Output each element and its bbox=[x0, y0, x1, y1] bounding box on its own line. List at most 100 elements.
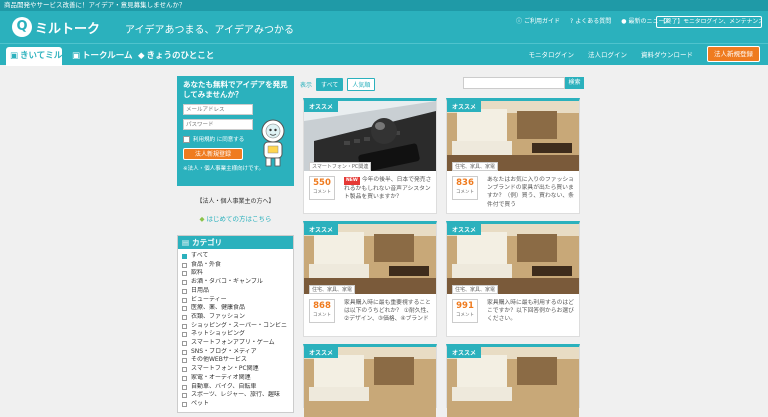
site-header: Q ミルトーク アイデアあつまる、アイデアみつかる ⓘ ご利用ガイド ? よくある質… bbox=[0, 11, 768, 43]
sort-filter: 表示 すべて 人気順 bbox=[300, 78, 376, 91]
checkbox[interactable] bbox=[182, 367, 187, 373]
card-question[interactable]: 家具購入時に最も利用するのはどこですか？以下回答例からお選びください。 bbox=[487, 299, 577, 339]
tab-kiitemiru[interactable]: ▣ きいてミル bbox=[6, 47, 62, 66]
checkbox[interactable] bbox=[182, 297, 187, 303]
checkbox[interactable] bbox=[182, 332, 187, 338]
logo-icon: Q bbox=[12, 17, 32, 37]
question-card[interactable]: オススメ 住宅、家具、家電 991 コメント 家具購入時に最も利用するのはどこで… bbox=[446, 221, 580, 337]
checkbox[interactable] bbox=[182, 288, 187, 294]
password-field[interactable] bbox=[183, 119, 253, 130]
filter-all-button[interactable]: すべて bbox=[316, 78, 344, 91]
tab-hitokoto[interactable]: ◆ きょうのひとこと bbox=[134, 47, 214, 66]
category-item[interactable]: 医療、薬、健康食品 bbox=[182, 304, 289, 313]
category-item[interactable]: 日用品 bbox=[182, 287, 289, 296]
download-link[interactable]: 資料ダウンロード bbox=[641, 49, 693, 59]
category-item[interactable]: 飲料 bbox=[182, 269, 289, 278]
category-item[interactable]: その他WEBサービス bbox=[182, 356, 289, 365]
checkbox[interactable] bbox=[182, 341, 187, 347]
checkbox[interactable] bbox=[182, 349, 187, 355]
category-item[interactable]: スマートフォンアプリ・ゲーム bbox=[182, 339, 289, 348]
corp-info-link[interactable]: 【法人・個人事業主の方へ】 bbox=[177, 196, 294, 205]
mascot-icon bbox=[261, 119, 285, 167]
checkbox[interactable] bbox=[182, 280, 187, 286]
checkbox[interactable] bbox=[182, 306, 187, 312]
corp-login-link[interactable]: 法人ログイン bbox=[588, 49, 627, 59]
checkbox[interactable] bbox=[182, 393, 187, 399]
question-card[interactable]: オススメ 住宅、家具、家電 868 コメント 家具購入時に最も重要視することは以… bbox=[303, 221, 437, 337]
card-image: オススメ 住宅、家具、家電 bbox=[447, 224, 579, 294]
category-list: すべて 食品・外食 飲料 お酒・タバコ・ギャンブル 日用品 ビューティー 医療、… bbox=[178, 249, 293, 412]
promo-title: あなたも無料でアイデアを発見してみませんか？ bbox=[183, 80, 288, 99]
monitor-login-link[interactable]: モニタログイン bbox=[529, 49, 575, 59]
notice-ticker[interactable]: 【終了】モニタログイン、メンテナンスの… bbox=[656, 16, 762, 28]
checkbox[interactable] bbox=[182, 314, 187, 320]
search-button[interactable]: 検索 bbox=[565, 77, 584, 89]
talk-icon: ▣ bbox=[72, 51, 81, 61]
checkbox[interactable] bbox=[182, 358, 187, 364]
question-card[interactable]: オススメ bbox=[446, 344, 580, 417]
checkbox[interactable] bbox=[182, 401, 187, 407]
sidebar: あなたも無料でアイデアを発見してみませんか？ 利用規約 に同意する 法人新規登録… bbox=[177, 76, 294, 413]
checkbox[interactable] bbox=[182, 384, 187, 390]
comment-count: 550 コメント bbox=[309, 176, 335, 200]
list-icon: ▤ bbox=[182, 238, 190, 247]
category-header: ▤ カテゴリ bbox=[178, 236, 293, 249]
filter-popular-button[interactable]: 人気順 bbox=[347, 78, 376, 91]
terms-checkbox[interactable] bbox=[183, 135, 190, 143]
checkbox[interactable] bbox=[182, 271, 187, 277]
category-item[interactable]: 自動車、バイク、自転車 bbox=[182, 383, 289, 392]
checkbox-checked[interactable] bbox=[182, 254, 187, 259]
header-links: ⓘ ご利用ガイド ? よくある質問 ● 最新のニュース bbox=[516, 17, 670, 27]
recommend-badge: オススメ bbox=[304, 101, 339, 112]
corp-register-button[interactable]: 法人新規登録 bbox=[707, 46, 760, 62]
top-banner[interactable]: 商品開発やサービス改善に！アイデア・意見募集しませんか？ bbox=[0, 0, 768, 11]
category-item[interactable]: 食品・外食 bbox=[182, 261, 289, 270]
faq-link[interactable]: ? よくある質問 bbox=[570, 17, 611, 27]
category-item[interactable]: スポーツ、レジャー、旅行、趣味 bbox=[182, 391, 289, 400]
category-tag[interactable]: 住宅、家具、家電 bbox=[452, 285, 499, 294]
question-card[interactable]: オススメ スマートフォン・PC関連 550 コメント NEW 今年の後半、日本で発… bbox=[303, 98, 437, 214]
checkbox[interactable] bbox=[182, 323, 187, 329]
terms-label[interactable]: 利用規約 に同意する bbox=[193, 135, 244, 143]
site-logo[interactable]: Q ミルトーク bbox=[12, 17, 100, 37]
main-nav: ▣ きいてミル ▣ トークルーム ◆ きょうのひとこと モニタログイン 法人ログイン … bbox=[0, 43, 768, 66]
category-tag[interactable]: 住宅、家具、家電 bbox=[309, 285, 356, 294]
beginner-icon: ◆ bbox=[199, 215, 205, 223]
new-badge: NEW bbox=[344, 177, 360, 186]
checkbox[interactable] bbox=[182, 262, 187, 268]
nav-right-links: モニタログイン 法人ログイン 資料ダウンロード 法人新規登録 bbox=[529, 46, 760, 62]
card-question[interactable]: あなたはお気に入りのファッションブランドの家具が出たら買いますか？（例）買う、買… bbox=[487, 176, 577, 216]
email-field[interactable] bbox=[183, 104, 253, 115]
card-image: オススメ bbox=[304, 347, 436, 417]
category-item[interactable]: 家電・オーディオ関連 bbox=[182, 374, 289, 383]
card-image: オススメ 住宅、家具、家電 bbox=[304, 224, 436, 294]
card-question[interactable]: NEW 今年の後半、日本で発売されるかもしれない音声アシスタント製品を買いますか？ bbox=[344, 176, 434, 216]
promo-register-button[interactable]: 法人新規登録 bbox=[183, 148, 243, 160]
question-card[interactable]: オススメ bbox=[303, 344, 437, 417]
category-tag[interactable]: スマートフォン・PC関連 bbox=[309, 162, 372, 171]
question-card[interactable]: オススメ 住宅、家具、家電 836 コメント あなたはお気に入りのファッションブ… bbox=[446, 98, 580, 214]
category-item[interactable]: ショッピング・スーパー・コンビニ bbox=[182, 322, 289, 331]
category-tag[interactable]: 住宅、家具、家電 bbox=[452, 162, 499, 171]
guide-link[interactable]: ⓘ ご利用ガイド bbox=[516, 17, 560, 27]
recommend-badge: オススメ bbox=[304, 347, 339, 358]
category-panel: ▤ カテゴリ すべて 食品・外食 飲料 お酒・タバコ・ギャンブル 日用品 ビューテ… bbox=[177, 235, 294, 413]
comment-count: 836 コメント bbox=[452, 176, 478, 200]
tab-talkroom[interactable]: ▣ トークルーム bbox=[68, 47, 133, 66]
category-item[interactable]: お酒・タバコ・ギャンブル bbox=[182, 278, 289, 287]
card-question[interactable]: 家具購入時に最も重要視することは以下のうちどれか？ ①耐久性、②デザイン、③価格… bbox=[344, 299, 434, 339]
category-item[interactable]: すべて bbox=[182, 252, 289, 261]
checkbox[interactable] bbox=[182, 375, 187, 381]
category-item[interactable]: ネットショッピング bbox=[182, 330, 289, 339]
logo-text: ミルトーク bbox=[35, 21, 101, 37]
category-item[interactable]: 衣類、ファッション bbox=[182, 313, 289, 322]
signup-promo: あなたも無料でアイデアを発見してみませんか？ 利用規約 に同意する 法人新規登録… bbox=[177, 76, 294, 186]
category-item[interactable]: SNS・ブログ・メディア bbox=[182, 348, 289, 357]
card-image: オススメ bbox=[447, 347, 579, 417]
site-tagline: アイデアあつまる、アイデアみつかる bbox=[125, 25, 294, 36]
category-item[interactable]: スマートフォン・PC関連 bbox=[182, 365, 289, 374]
category-item[interactable]: ペット bbox=[182, 400, 289, 409]
first-time-link[interactable]: ◆ はじめての方はこちら bbox=[177, 213, 294, 223]
category-item[interactable]: ビューティー bbox=[182, 296, 289, 305]
search-input[interactable] bbox=[463, 77, 565, 89]
